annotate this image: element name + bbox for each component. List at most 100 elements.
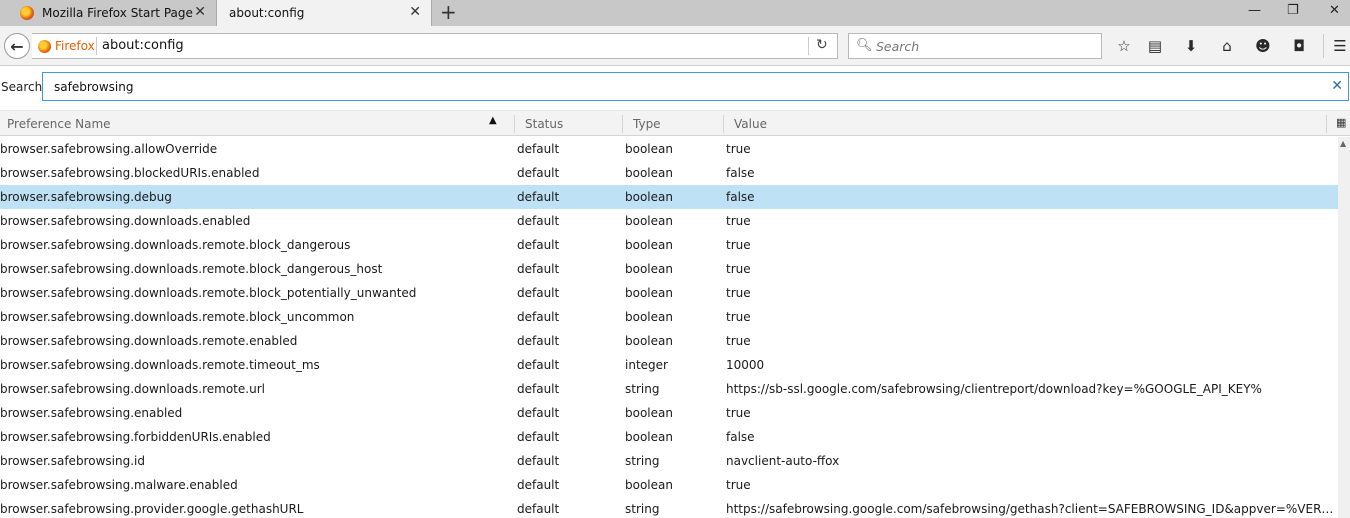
- preference-name-cell: browser.safebrowsing.downloads.remote.ur…: [0, 382, 265, 396]
- url-text[interactable]: about:config: [102, 38, 184, 53]
- preference-name-cell: browser.safebrowsing.downloads.remote.bl…: [0, 310, 355, 324]
- value-cell: true: [726, 334, 751, 348]
- table-row[interactable]: browser.safebrowsing.forbiddenURIs.enabl…: [0, 425, 1338, 449]
- tab-label: Mozilla Firefox Start Page: [42, 6, 193, 20]
- status-cell: default: [517, 406, 560, 420]
- status-cell: default: [517, 334, 560, 348]
- status-cell: default: [517, 310, 560, 324]
- table-row[interactable]: browser.safebrowsing.downloads.remote.ur…: [0, 377, 1338, 401]
- type-cell: boolean: [625, 214, 673, 228]
- table-row[interactable]: browser.safebrowsing.downloads.remote.bl…: [0, 305, 1338, 329]
- type-cell: boolean: [625, 142, 673, 156]
- table-row[interactable]: browser.safebrowsing.provider.google.get…: [0, 497, 1338, 518]
- firefox-logo-icon: [38, 39, 51, 53]
- type-cell: string: [625, 454, 660, 468]
- type-cell: boolean: [625, 406, 673, 420]
- identity-label: Firefox: [55, 39, 95, 53]
- scrollbar[interactable]: ▲: [1338, 137, 1350, 518]
- value-cell: false: [726, 166, 755, 180]
- value-cell: true: [726, 310, 751, 324]
- status-cell: default: [517, 358, 560, 372]
- value-cell: true: [726, 286, 751, 300]
- clear-icon[interactable]: ✕: [1331, 78, 1343, 94]
- table-row[interactable]: browser.safebrowsing.downloads.remote.ti…: [0, 353, 1338, 377]
- table-row[interactable]: browser.safebrowsing.enabled default boole…: [0, 401, 1338, 425]
- close-icon[interactable]: ✕: [409, 4, 421, 20]
- url-bar[interactable]: Firefox about:config ↻: [32, 33, 838, 59]
- tab-about-config[interactable]: about:config ✕: [216, 0, 432, 26]
- filter-label: Search:: [1, 80, 47, 94]
- table-row[interactable]: browser.safebrowsing.id default string navc…: [0, 449, 1338, 473]
- type-cell: integer: [625, 358, 668, 372]
- table-row[interactable]: browser.safebrowsing.downloads.remote.bl…: [0, 281, 1338, 305]
- search-icon[interactable]: 🔍︎: [856, 38, 873, 53]
- column-header-status[interactable]: Status: [525, 117, 563, 131]
- reload-icon[interactable]: ↻: [816, 37, 828, 53]
- value-cell: 10000: [726, 358, 765, 372]
- pocket-icon[interactable]: ◘: [1289, 37, 1309, 55]
- status-cell: default: [517, 454, 560, 468]
- hello-icon[interactable]: ☻: [1253, 37, 1273, 55]
- status-cell: default: [517, 478, 560, 492]
- table-row[interactable]: browser.safebrowsing.downloads.remote.bl…: [0, 257, 1338, 281]
- status-cell: default: [517, 502, 560, 516]
- table-row[interactable]: browser.safebrowsing.downloads.remote.en…: [0, 329, 1338, 353]
- plus-icon[interactable]: +: [440, 1, 457, 23]
- column-header-type[interactable]: Type: [633, 117, 661, 131]
- table-row[interactable]: browser.safebrowsing.blockedURIs.enabled…: [0, 161, 1338, 185]
- type-cell: boolean: [625, 478, 673, 492]
- filter-input[interactable]: safebrowsing ✕: [42, 72, 1349, 101]
- search-bar[interactable]: 🔍︎ Search: [848, 33, 1102, 59]
- value-cell: https://safebrowsing.google.com/safebrow…: [726, 502, 1338, 516]
- column-header-name[interactable]: Preference Name: [7, 117, 111, 131]
- column-header-value[interactable]: Value: [734, 117, 767, 131]
- preference-name-cell: browser.safebrowsing.id: [0, 454, 145, 468]
- table-row[interactable]: browser.safebrowsing.downloads.remote.bl…: [0, 233, 1338, 257]
- value-cell: true: [726, 478, 751, 492]
- window-close-icon[interactable]: ✕: [1329, 3, 1340, 18]
- reading-list-icon[interactable]: ▤: [1145, 37, 1165, 55]
- value-cell: true: [726, 238, 751, 252]
- column-picker-icon[interactable]: ▦: [1336, 116, 1346, 129]
- column-divider[interactable]: [514, 115, 515, 133]
- value-cell: https://sb-ssl.google.com/safebrowsing/c…: [726, 382, 1262, 396]
- column-divider: [1326, 115, 1327, 133]
- filter-value: safebrowsing: [54, 80, 134, 94]
- preference-name-cell: browser.safebrowsing.downloads.remote.bl…: [0, 262, 383, 276]
- value-cell: true: [726, 142, 751, 156]
- home-icon[interactable]: ⌂: [1217, 37, 1237, 55]
- value-cell: true: [726, 214, 751, 228]
- restore-icon[interactable]: ❐: [1287, 3, 1299, 18]
- minimize-icon[interactable]: —: [1248, 3, 1261, 18]
- table-row[interactable]: browser.safebrowsing.downloads.enabled de…: [0, 209, 1338, 233]
- hamburger-menu-icon[interactable]: ☰: [1330, 37, 1350, 55]
- about-config-page: Search: safebrowsing ✕ Preference Name ▲…: [0, 66, 1350, 518]
- star-icon[interactable]: ☆: [1114, 37, 1134, 55]
- status-cell: default: [517, 262, 560, 276]
- preference-name-cell: browser.safebrowsing.debug: [0, 190, 172, 204]
- back-arrow-icon[interactable]: ←: [4, 33, 30, 59]
- type-cell: boolean: [625, 430, 673, 444]
- preference-name-cell: browser.safebrowsing.downloads.remote.en…: [0, 334, 298, 348]
- preference-name-cell: browser.safebrowsing.downloads.remote.ti…: [0, 358, 320, 372]
- table-row[interactable]: browser.safebrowsing.debug default boolean…: [0, 185, 1338, 209]
- download-icon[interactable]: ⬇: [1181, 37, 1201, 55]
- scroll-up-icon[interactable]: ▲: [1340, 139, 1346, 148]
- column-divider[interactable]: [723, 115, 724, 133]
- table-row[interactable]: browser.safebrowsing.allowOverride defaul…: [0, 137, 1338, 161]
- table-row[interactable]: browser.safebrowsing.malware.enabled defa…: [0, 473, 1338, 497]
- value-cell: true: [726, 262, 751, 276]
- divider: [96, 37, 97, 55]
- value-cell: false: [726, 190, 755, 204]
- tab-label: about:config: [229, 6, 305, 20]
- status-cell: default: [517, 166, 560, 180]
- close-icon[interactable]: ✕: [194, 4, 206, 20]
- status-cell: default: [517, 286, 560, 300]
- tab-start-page[interactable]: Mozilla Firefox Start Page ✕: [0, 0, 216, 26]
- preference-name-cell: browser.safebrowsing.provider.google.get…: [0, 502, 304, 516]
- navigation-toolbar: ← Firefox about:config ↻ 🔍︎ Search ☆ ▤ ⬇…: [0, 26, 1350, 66]
- preference-name-cell: browser.safebrowsing.blockedURIs.enabled: [0, 166, 260, 180]
- column-divider[interactable]: [622, 115, 623, 133]
- value-cell: navclient-auto-ffox: [726, 454, 840, 468]
- identity-box[interactable]: Firefox: [38, 39, 95, 53]
